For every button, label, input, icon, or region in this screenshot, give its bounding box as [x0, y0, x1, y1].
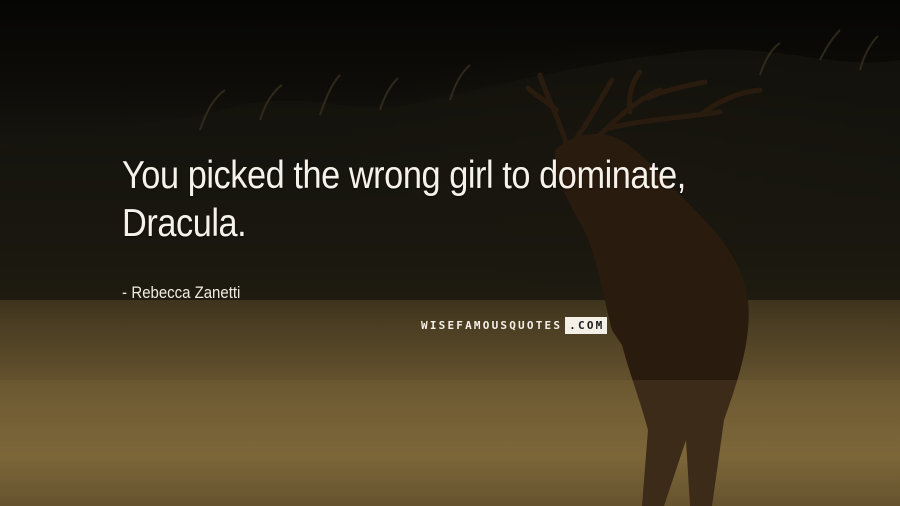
foreground-grass: [0, 380, 900, 506]
watermark-site-name: WISEFAMOUSQUOTES: [421, 319, 563, 332]
background-photo: [0, 29, 900, 506]
author-line: - Rebecca Zanetti: [122, 283, 240, 303]
watermark-badge: WISEFAMOUSQUOTES .COM: [419, 317, 608, 334]
author-dash: -: [122, 283, 127, 302]
watermark-domain: .COM: [565, 317, 608, 334]
author-name: Rebecca Zanetti: [131, 283, 241, 302]
quote-image: You picked the wrong girl to dominate, D…: [0, 0, 900, 506]
quote-text: You picked the wrong girl to dominate, D…: [122, 154, 686, 245]
